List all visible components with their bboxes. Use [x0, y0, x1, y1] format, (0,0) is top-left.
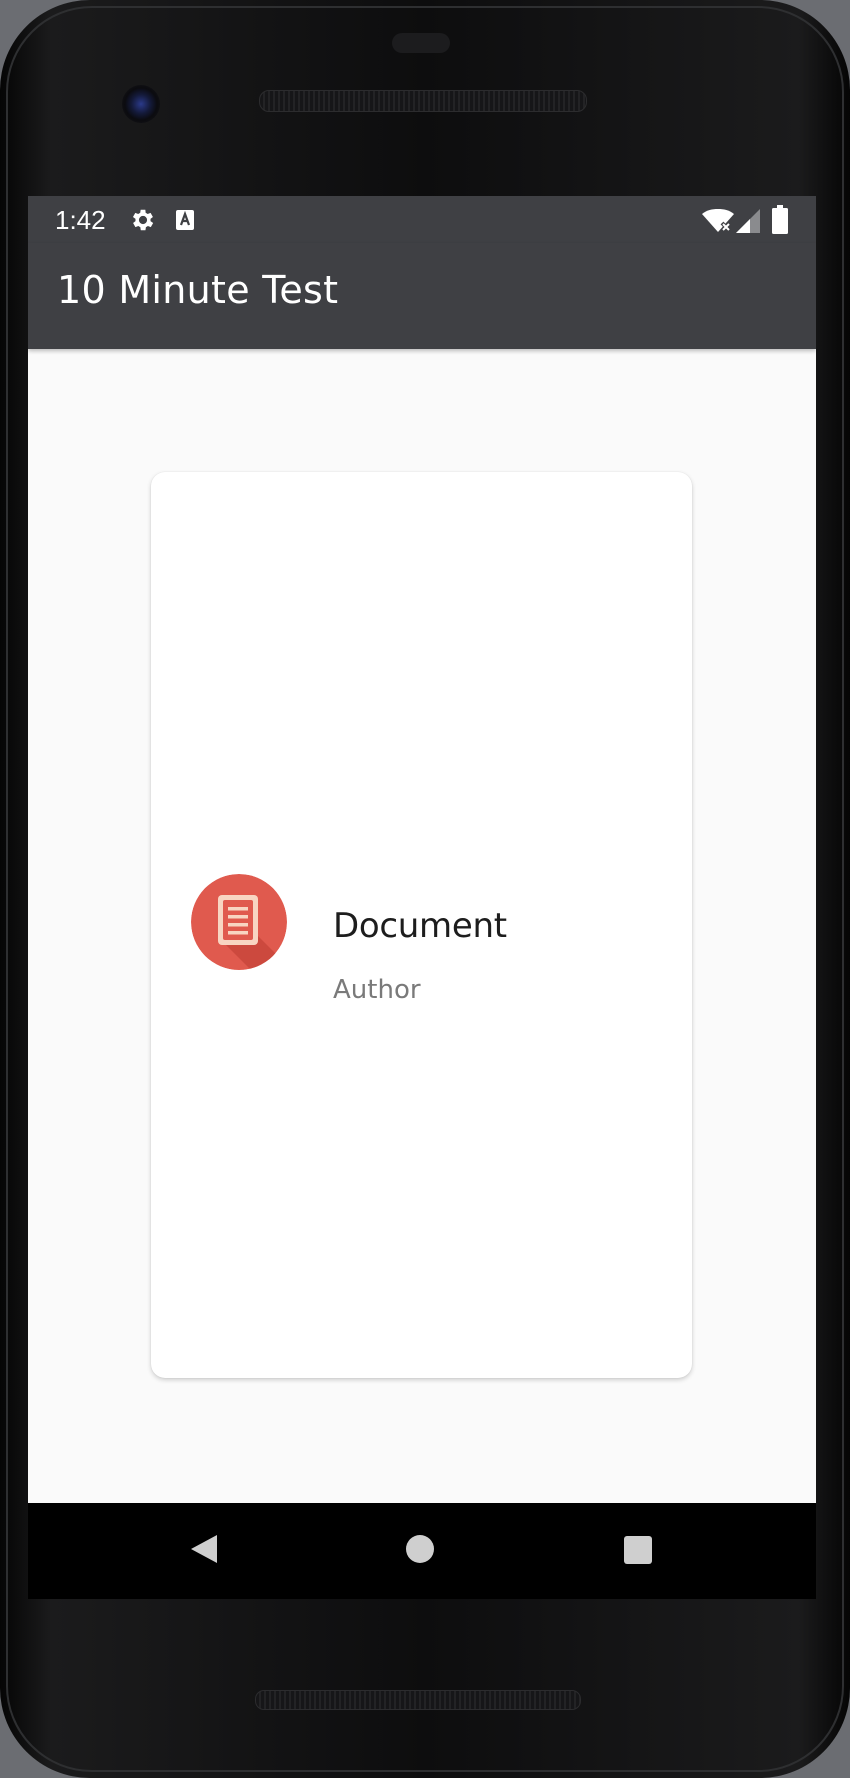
- front-camera: [122, 85, 160, 123]
- phone-frame: 1:42 10 Minute Test Document Author: [0, 0, 850, 1778]
- status-time: 1:42: [55, 205, 106, 235]
- app-title: 10 Minute Test: [57, 268, 339, 312]
- wifi-off-icon: [702, 209, 734, 233]
- status-bar: 1:42: [28, 196, 816, 243]
- navigation-bar: [28, 1503, 816, 1599]
- battery-icon: [772, 205, 788, 234]
- document-author: Author: [333, 975, 421, 1005]
- top-speaker: [259, 90, 587, 112]
- cell-signal-icon: [736, 209, 760, 233]
- document-title: Document: [333, 906, 507, 946]
- recents-icon[interactable]: [624, 1536, 652, 1564]
- app-bar: 10 Minute Test: [28, 243, 816, 349]
- home-icon[interactable]: [406, 1535, 434, 1563]
- back-icon[interactable]: [185, 1532, 219, 1566]
- document-icon: [191, 874, 287, 970]
- settings-gear-icon: [132, 209, 154, 231]
- screen: 1:42 10 Minute Test Document Author: [28, 196, 816, 1503]
- document-card[interactable]: Document Author: [151, 472, 692, 1378]
- accessibility-a-icon: [176, 210, 194, 230]
- bottom-speaker: [255, 1690, 581, 1710]
- earpiece: [392, 33, 450, 53]
